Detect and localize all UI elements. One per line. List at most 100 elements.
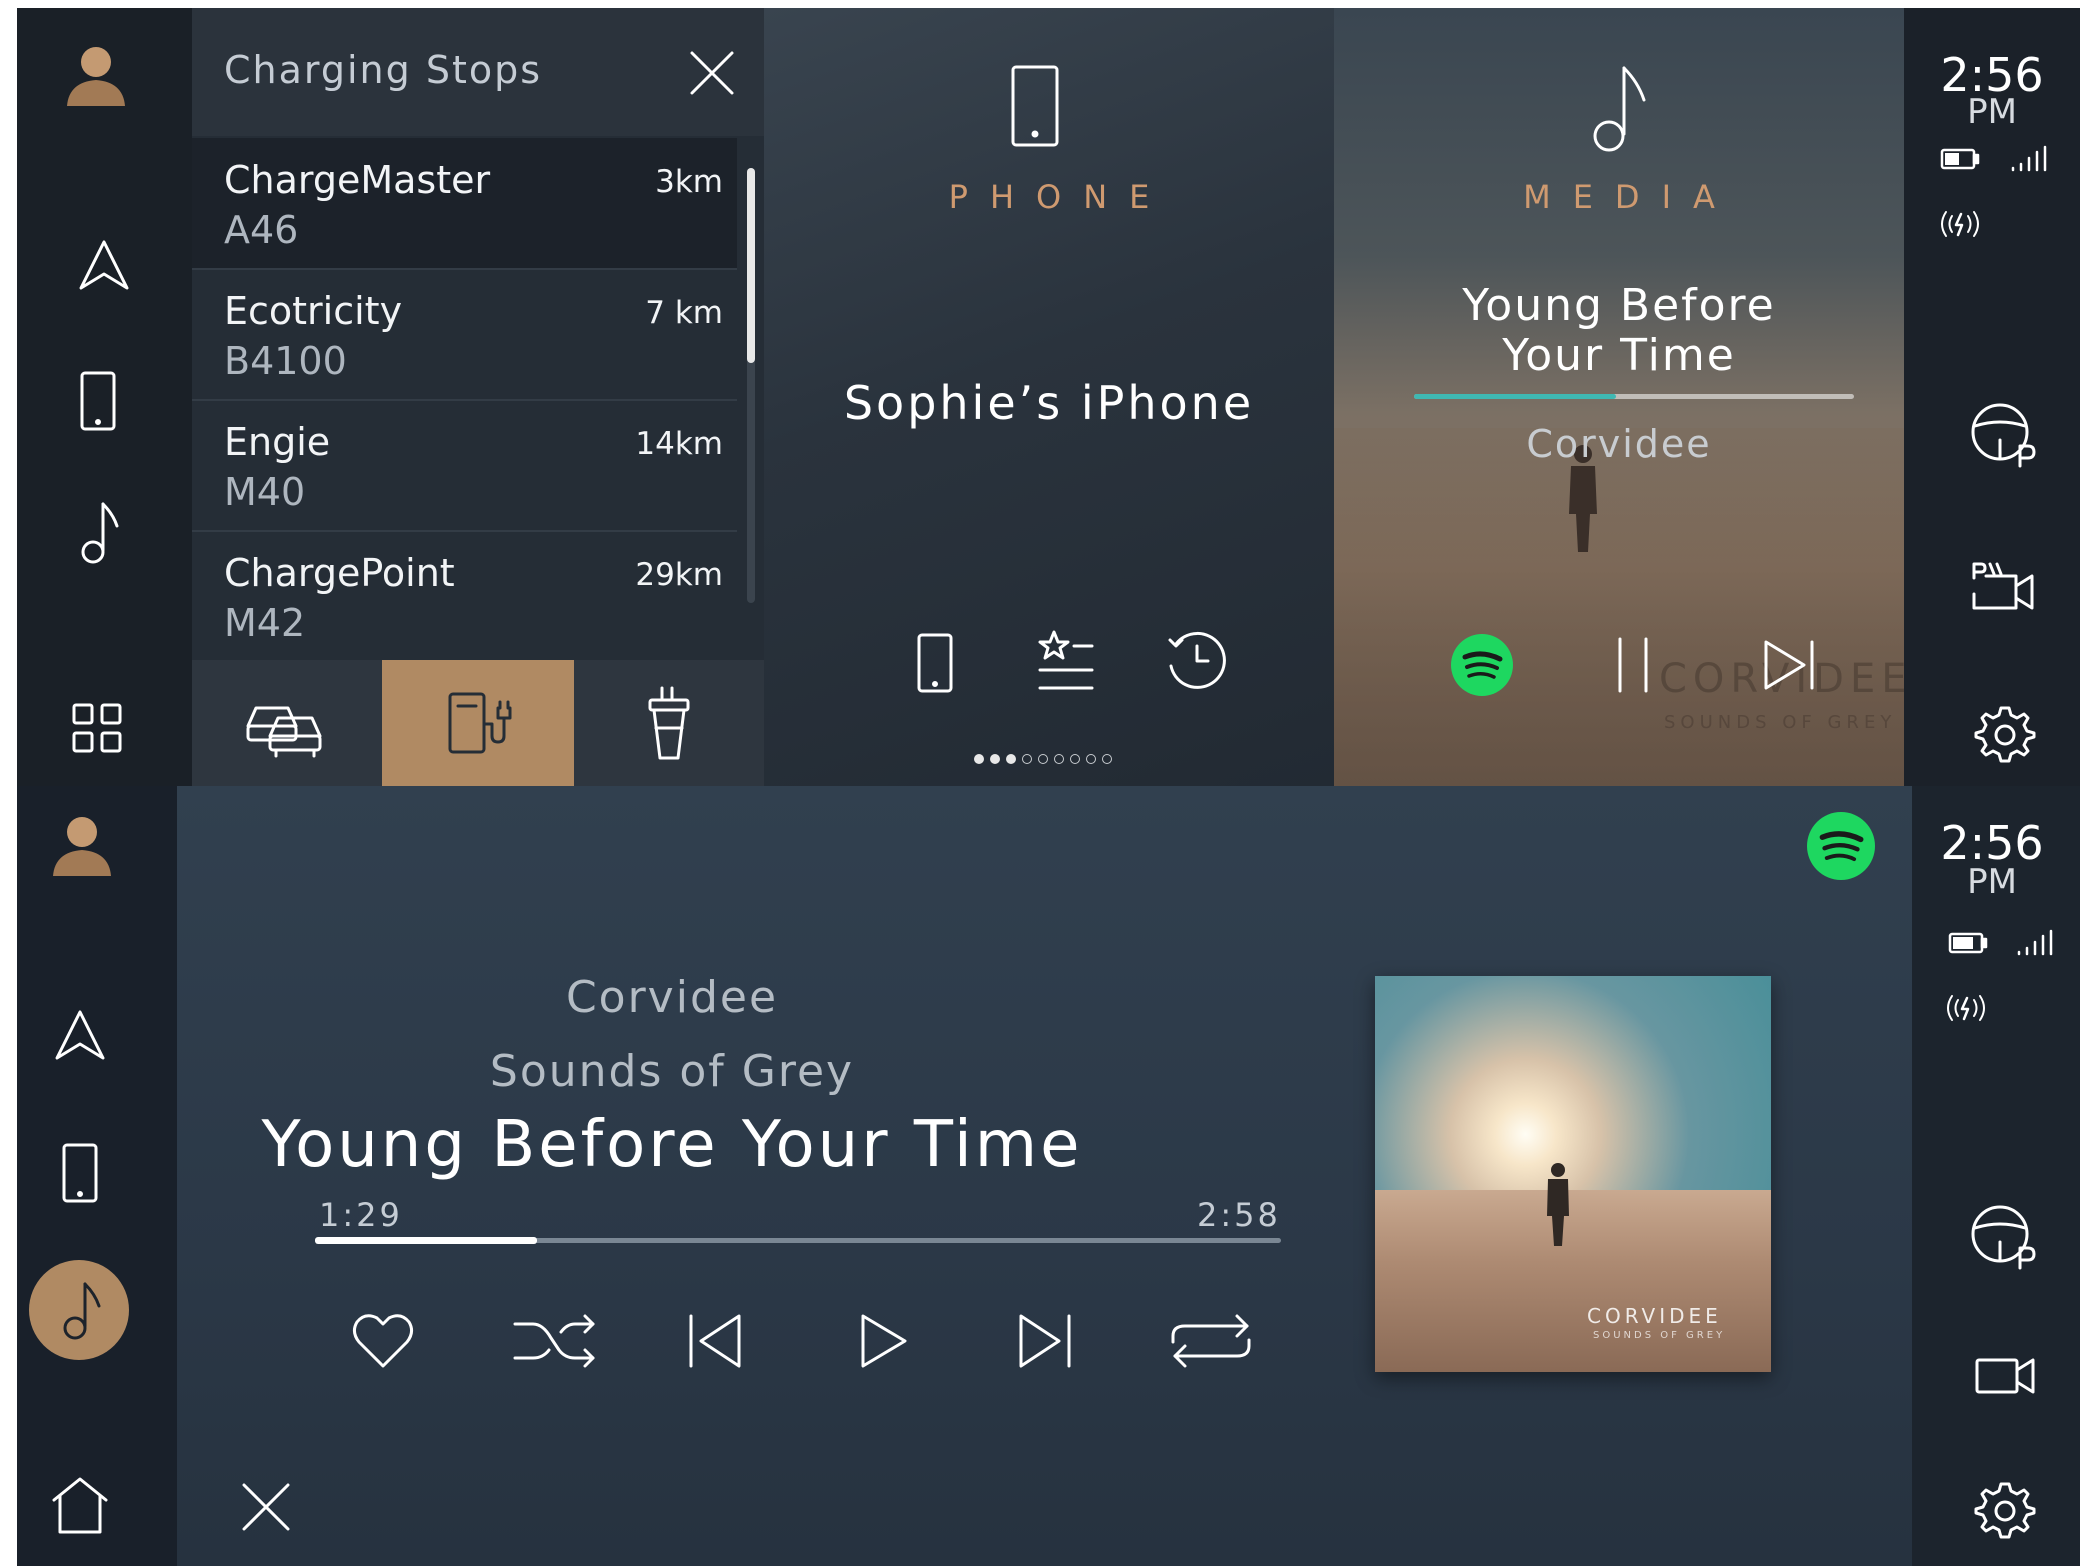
profile-avatar-icon[interactable] (47, 808, 117, 878)
player-progress-track[interactable] (315, 1237, 1281, 1244)
parking-camera-icon[interactable] (1970, 560, 2036, 612)
album-art[interactable]: CORVIDEE SOUNDS OF GREY (1375, 976, 1771, 1372)
shuffle-icon[interactable] (513, 1312, 597, 1370)
charging-stop-item[interactable]: ChargePoint M42 29km (192, 531, 737, 661)
elapsed-time: 1:29 (319, 1196, 403, 1234)
call-history-icon[interactable] (1166, 630, 1226, 690)
settings-gear-icon[interactable] (1974, 704, 2036, 764)
coffee-category-button[interactable] (574, 660, 764, 786)
album-art-figure (1543, 1162, 1573, 1248)
page-dot[interactable] (1086, 754, 1096, 764)
charging-list-scroll-thumb[interactable] (747, 168, 755, 363)
profile-avatar-icon[interactable] (61, 38, 131, 108)
total-duration: 2:58 (1197, 1196, 1281, 1234)
settings-gear-icon[interactable] (1974, 1480, 2036, 1540)
favourites-list-icon[interactable] (1038, 628, 1094, 692)
stop-name: ChargePoint (224, 551, 455, 595)
charging-stops-panel: Charging Stops ChargeMaster A46 3km Ecot… (192, 8, 764, 786)
page-dot[interactable] (974, 754, 984, 764)
stop-road: M40 (224, 470, 306, 514)
steering-wheel-park-icon[interactable] (1970, 1202, 2036, 1272)
page-dot[interactable] (1038, 754, 1048, 764)
media-track-title-line1: Young Before (1462, 280, 1776, 331)
album-art-subtitle: SOUNDS OF GREY (1593, 1330, 1726, 1341)
stop-distance: 29km (635, 557, 723, 593)
charging-stop-item[interactable]: Ecotricity B4100 7 km (192, 269, 737, 401)
heart-icon[interactable] (351, 1312, 415, 1370)
media-card[interactable]: MEDIA Young Before Your Time Corvidee CO… (1334, 8, 1904, 786)
media-progress-fill (1414, 394, 1617, 399)
navigation-icon[interactable] (77, 238, 131, 292)
signal-strength-icon (2010, 145, 2047, 172)
page-dot[interactable] (990, 754, 1000, 764)
camera-icon[interactable] (1974, 1354, 2036, 1396)
media-card-icon (1584, 62, 1650, 154)
stop-road: B4100 (224, 339, 347, 383)
skip-next-icon[interactable] (1017, 1312, 1073, 1370)
page-dot[interactable] (1054, 754, 1064, 764)
spotify-icon[interactable] (1451, 634, 1513, 696)
player-artist: Corvidee (565, 972, 779, 1023)
wireless-charging-icon (1944, 992, 1988, 1024)
charging-stop-item[interactable]: Engie M40 14km (192, 400, 737, 532)
bottom-nav-rail (17, 786, 177, 1566)
wireless-charging-icon (1938, 208, 1982, 240)
stop-distance: 3km (655, 164, 723, 200)
clock-ampm: PM (1967, 92, 2017, 132)
player-track-title: Young Before Your Time (261, 1108, 1083, 1182)
charging-category-button[interactable] (382, 660, 574, 786)
skip-previous-icon[interactable] (687, 1312, 743, 1370)
stop-name: Ecotricity (224, 289, 403, 333)
player-album: Sounds of Grey (489, 1046, 855, 1097)
media-card-label: MEDIA (1523, 178, 1737, 216)
media-nav-button-active[interactable] (29, 1260, 129, 1360)
close-icon[interactable] (689, 50, 735, 96)
phone-keypad-icon[interactable] (916, 632, 954, 694)
player-progress-fill (315, 1237, 538, 1244)
signal-strength-icon (2016, 929, 2053, 956)
stop-road: M42 (224, 601, 306, 645)
close-icon[interactable] (241, 1482, 291, 1532)
phone-icon[interactable] (79, 370, 117, 432)
skip-next-icon[interactable] (1762, 638, 1816, 692)
album-watermark-subtitle: SOUNDS OF GREY (1664, 712, 1897, 733)
music-note-icon[interactable] (73, 498, 123, 566)
top-nav-rail (17, 8, 192, 786)
home-icon[interactable] (51, 1476, 109, 1534)
stop-name: Engie (224, 420, 331, 464)
bottom-status-rail: 2:56 PM (1912, 786, 2080, 1566)
media-player: Corvidee Sounds of Grey Young Before You… (177, 786, 1912, 1566)
traffic-category-button[interactable] (192, 660, 382, 786)
navigation-icon[interactable] (53, 1008, 107, 1062)
phone-icon[interactable] (61, 1142, 99, 1204)
battery-icon (1940, 148, 1980, 170)
stop-name: ChargeMaster (224, 158, 491, 202)
stop-distance: 14km (635, 426, 723, 462)
page-dot[interactable] (1006, 754, 1016, 764)
music-note-icon (55, 1278, 105, 1342)
phone-card[interactable]: PHONE Sophie’s iPhone (764, 8, 1334, 786)
media-track-title-line2: Your Time (1502, 330, 1736, 381)
repeat-icon[interactable] (1167, 1312, 1255, 1370)
stop-road: A46 (224, 208, 299, 252)
steering-wheel-park-icon[interactable] (1970, 400, 2036, 470)
pause-icon[interactable] (1614, 636, 1652, 694)
bottom-screen: Corvidee Sounds of Grey Young Before You… (17, 786, 2080, 1566)
apps-grid-icon[interactable] (71, 702, 123, 754)
stop-distance: 7 km (645, 295, 723, 331)
phone-page-indicator[interactable] (974, 752, 1124, 766)
album-art-dunes (1375, 1190, 1771, 1372)
media-progress-track[interactable] (1414, 394, 1854, 399)
play-icon[interactable] (859, 1312, 909, 1370)
page-dot[interactable] (1102, 754, 1112, 764)
top-screen: Charging Stops ChargeMaster A46 3km Ecot… (17, 8, 2080, 786)
page-dot[interactable] (1070, 754, 1080, 764)
spotify-icon[interactable] (1807, 812, 1875, 880)
phone-card-label: PHONE (948, 178, 1172, 216)
battery-icon (1948, 932, 1988, 954)
page-dot[interactable] (1022, 754, 1032, 764)
charging-stops-title: Charging Stops (224, 48, 543, 92)
charging-stop-item[interactable]: ChargeMaster A46 3km (192, 138, 737, 270)
ev-charger-icon (444, 688, 514, 758)
media-artist: Corvidee (1526, 422, 1712, 466)
